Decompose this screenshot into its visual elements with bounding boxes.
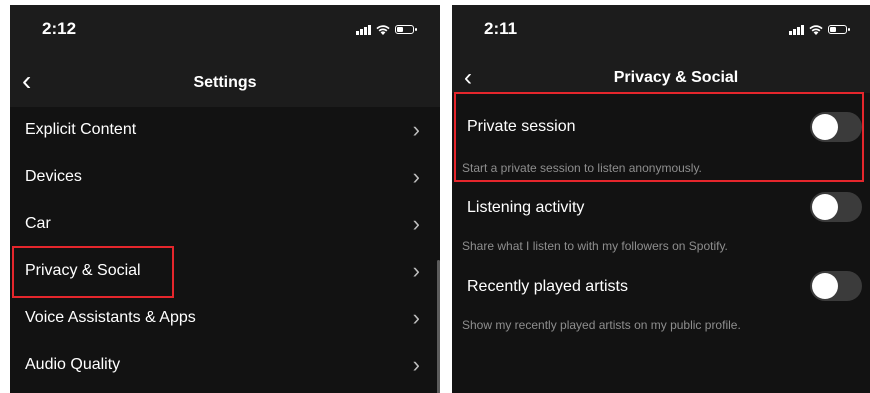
wifi-icon xyxy=(809,25,823,35)
toggle-knob xyxy=(812,114,838,140)
chevron-right-icon: › xyxy=(412,211,420,236)
battery-icon xyxy=(395,25,417,34)
status-time: 2:11 xyxy=(484,19,518,38)
settings-item-car[interactable]: Car › xyxy=(10,201,440,247)
status-time: 2:12 xyxy=(42,19,77,38)
chevron-right-icon: › xyxy=(412,117,420,142)
privacy-social-screen: 2:11 ‹ Privacy & Social Private session … xyxy=(452,5,870,393)
status-icons xyxy=(356,24,417,35)
private-session-toggle[interactable] xyxy=(810,112,862,142)
status-bar: 2:11 xyxy=(452,5,870,59)
setting-label-recently-played-artists: Recently played artists xyxy=(467,278,628,295)
chevron-right-icon: › xyxy=(412,352,420,377)
scrollbar[interactable] xyxy=(437,260,440,393)
toggle-knob xyxy=(812,273,838,299)
signal-icon xyxy=(789,24,804,35)
chevron-right-icon: › xyxy=(412,164,420,189)
listening-activity-toggle[interactable] xyxy=(810,192,862,222)
recently-played-artists-toggle[interactable] xyxy=(810,271,862,301)
chevron-right-icon: › xyxy=(412,305,420,330)
settings-item-privacy-social[interactable]: Privacy & Social › xyxy=(10,248,440,294)
toggle-knob xyxy=(812,194,838,220)
settings-item-label: Explicit Content xyxy=(25,121,137,138)
settings-item-label: Privacy & Social xyxy=(25,262,141,279)
chevron-right-icon: › xyxy=(412,258,420,283)
battery-icon xyxy=(828,25,850,34)
setting-description: Start a private session to listen anonym… xyxy=(462,161,702,175)
signal-icon xyxy=(356,24,371,35)
settings-item-label: Voice Assistants & Apps xyxy=(25,309,196,326)
nav-bar: ‹ Privacy & Social xyxy=(452,59,870,93)
page-title: Privacy & Social xyxy=(613,69,739,86)
settings-item-audio-quality[interactable]: Audio Quality › xyxy=(10,342,440,388)
settings-item-explicit-content[interactable]: Explicit Content › xyxy=(10,107,440,153)
setting-description: Show my recently played artists on my pu… xyxy=(462,318,741,332)
settings-screen: 2:12 ‹ Settings Explicit Content › Devic… xyxy=(10,5,440,393)
status-icons xyxy=(789,24,850,35)
settings-item-devices[interactable]: Devices › xyxy=(10,154,440,200)
settings-item-label: Devices xyxy=(25,168,82,185)
settings-item-voice-assistants[interactable]: Voice Assistants & Apps › xyxy=(10,295,440,341)
page-title: Settings xyxy=(193,74,257,91)
settings-item-label: Car xyxy=(25,215,51,232)
wifi-icon xyxy=(376,25,390,35)
setting-label-private-session: Private session xyxy=(467,118,576,135)
settings-item-label: Audio Quality xyxy=(25,356,121,373)
back-icon[interactable]: ‹ xyxy=(464,64,472,92)
status-bar: 2:12 xyxy=(10,5,440,59)
nav-bar: ‹ Settings xyxy=(10,59,440,107)
setting-label-listening-activity: Listening activity xyxy=(467,199,585,216)
setting-description: Share what I listen to with my followers… xyxy=(462,239,728,253)
